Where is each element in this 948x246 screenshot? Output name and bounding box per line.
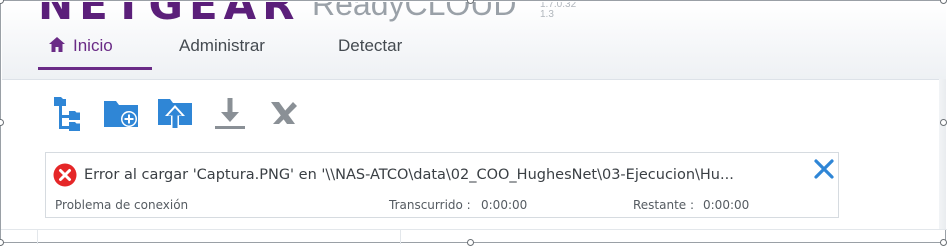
home-icon — [48, 34, 66, 62]
version-info: 1.7.0.32 1.3 — [540, 2, 576, 20]
resize-handle[interactable] — [940, 239, 947, 246]
error-icon — [53, 163, 77, 187]
elapsed-label: Transcurrido : — [389, 198, 471, 212]
tab-administrar[interactable]: Administrar — [179, 32, 265, 68]
version-line: 1.3 — [540, 9, 554, 20]
resize-handle[interactable] — [467, 239, 474, 246]
upload-button[interactable] — [156, 93, 194, 137]
new-folder-button[interactable] — [102, 93, 140, 137]
tab-label: Inicio — [73, 36, 113, 55]
remaining-label: Restante : — [633, 198, 695, 212]
active-tab-indicator — [38, 67, 152, 70]
tab-label: Administrar — [179, 36, 265, 55]
new-folder-icon — [102, 97, 140, 133]
transfer-error-message: Error al cargar 'Captura.PNG' en '\\NAS-… — [84, 167, 734, 183]
divider — [1, 229, 947, 230]
transfer-status-panel: Error al cargar 'Captura.PNG' en '\\NAS-… — [45, 152, 839, 218]
brand-logo: NETGEAR — [38, 2, 301, 29]
divider — [37, 230, 38, 244]
error-reason: Problema de conexión — [55, 198, 189, 212]
close-icon[interactable] — [812, 157, 836, 181]
download-icon — [213, 95, 247, 135]
cancel-tool-icon — [267, 98, 299, 132]
tab-label: Detectar — [338, 36, 403, 55]
tab-detectar[interactable]: Detectar — [338, 32, 402, 68]
folder-tree-icon — [50, 94, 82, 136]
remaining-value: 0:00:00 — [703, 198, 750, 212]
header: NETGEAR ReadyCLOUD 1.7.0.32 1.3 Inicio A… — [2, 2, 946, 80]
elapsed-value: 0:00:00 — [481, 198, 528, 212]
app-window: NETGEAR ReadyCLOUD 1.7.0.32 1.3 Inicio A… — [0, 0, 947, 244]
download-button[interactable] — [211, 93, 249, 137]
scroll-area — [939, 79, 946, 229]
upload-icon — [156, 95, 194, 135]
divider — [400, 230, 401, 244]
folder-tree-button[interactable] — [47, 93, 85, 137]
resize-handle[interactable] — [0, 239, 4, 246]
tab-inicio[interactable]: Inicio — [48, 32, 113, 68]
cancel-tool-button[interactable] — [264, 93, 302, 137]
resize-handle[interactable] — [940, 119, 947, 126]
product-name: ReadyCLOUD — [312, 2, 517, 22]
